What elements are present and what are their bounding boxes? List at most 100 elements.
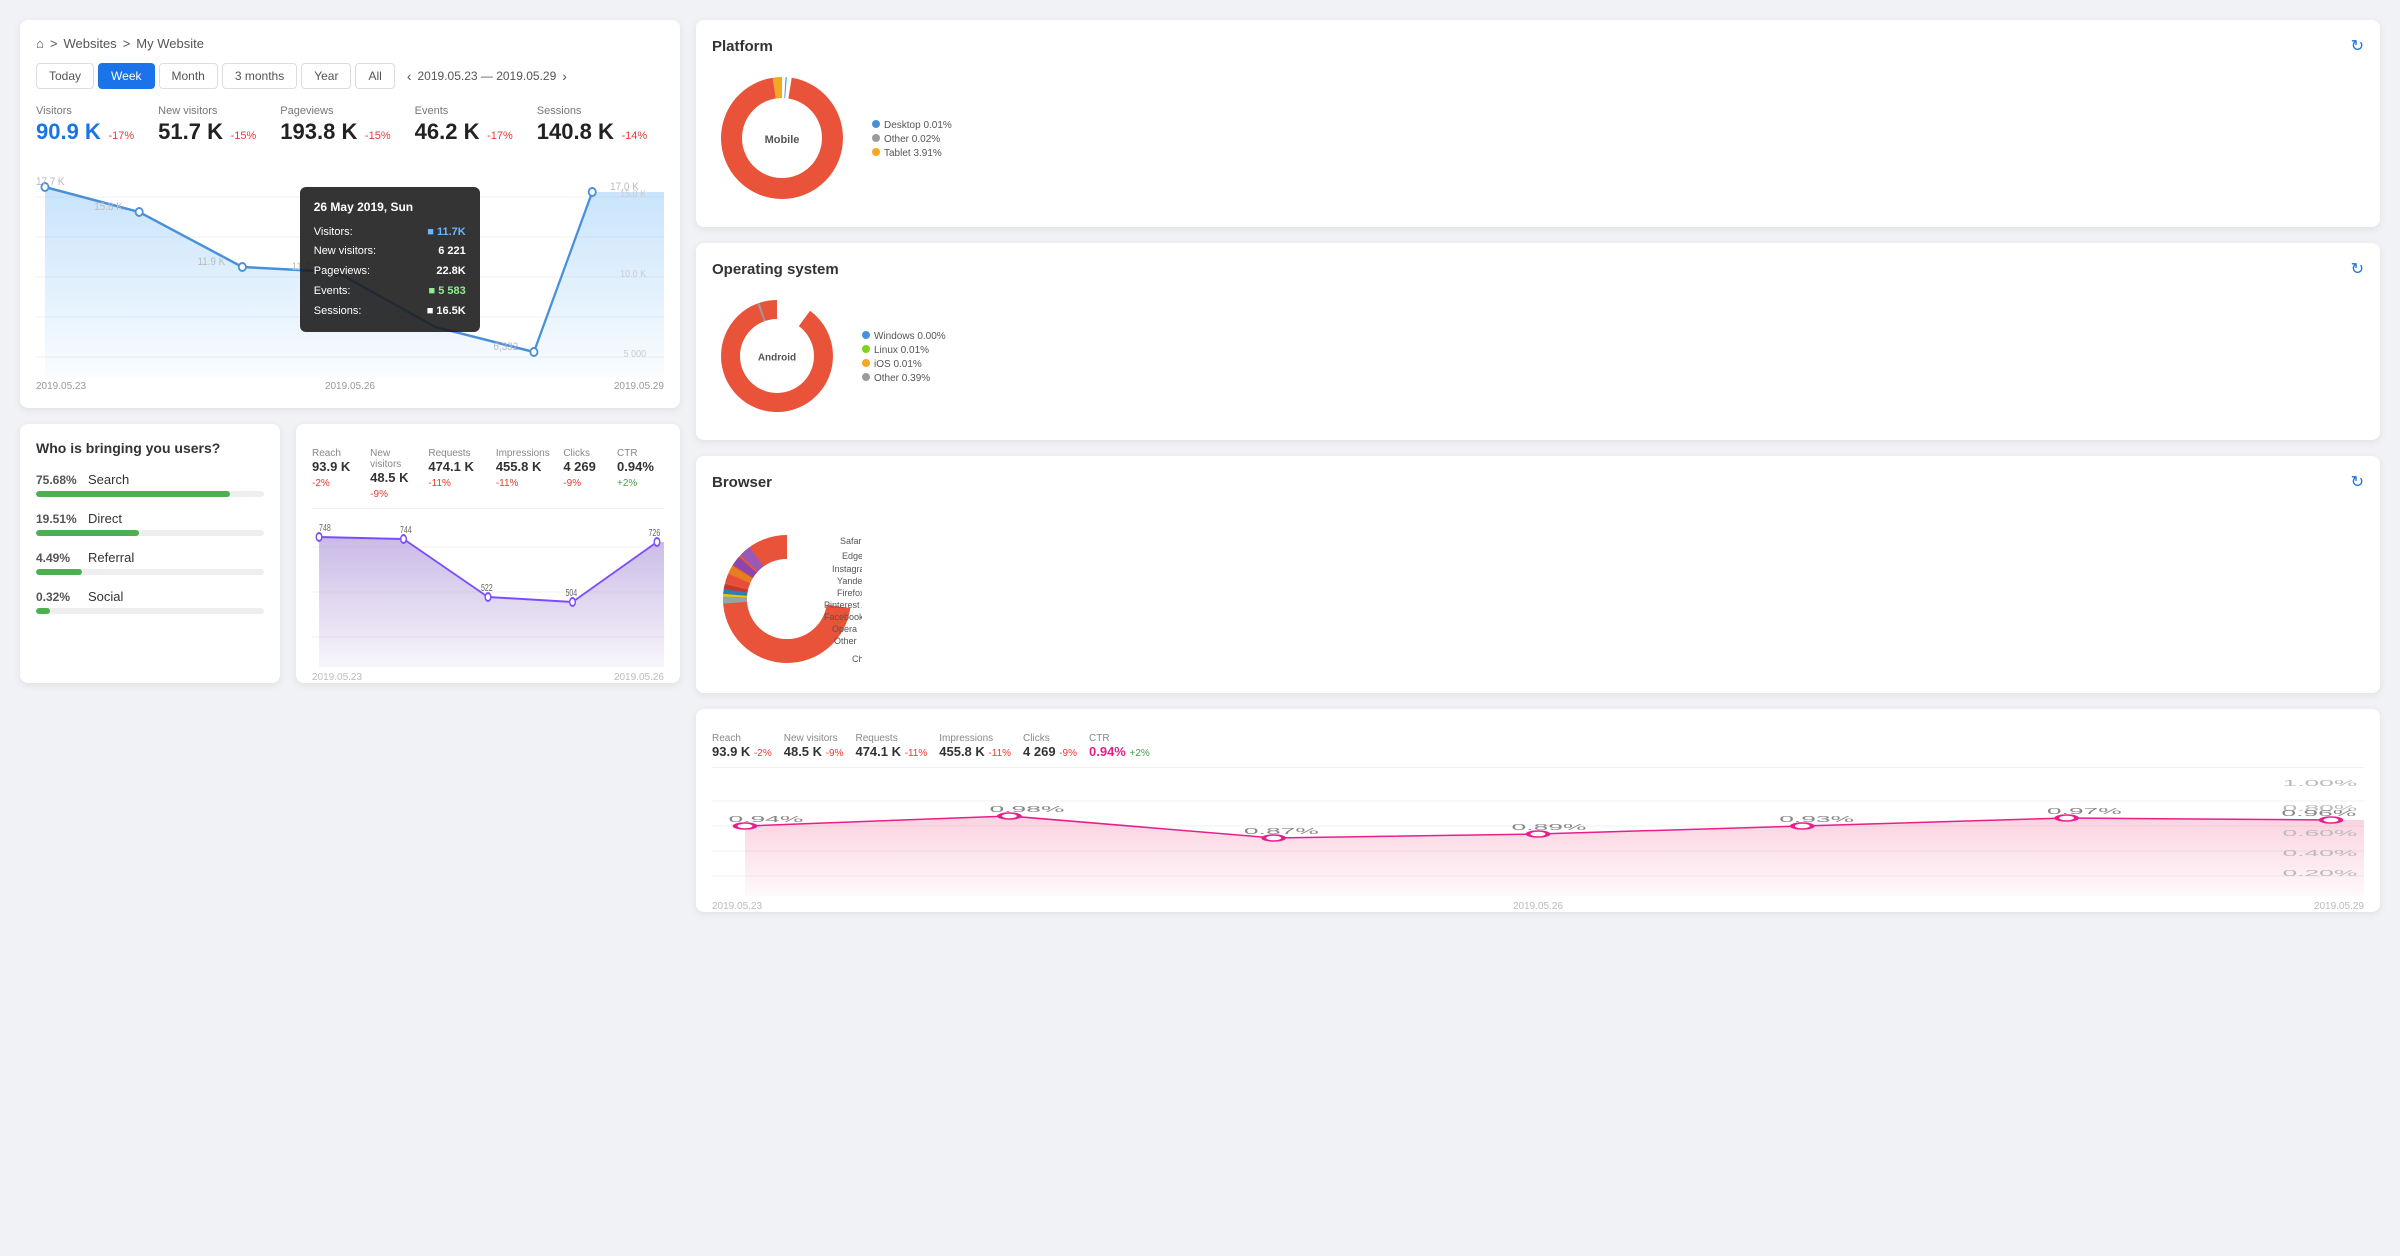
ctr-xlabel-0: 2019.05.23 [712, 901, 762, 912]
os-legend-other: Other 0.39% [862, 373, 946, 384]
source-social: 0.32% Social [36, 589, 264, 614]
browser-card-header: Browser ↻ [712, 472, 2364, 492]
btn-year[interactable]: Year [301, 63, 351, 89]
svg-text:11.9 K: 11.9 K [197, 257, 225, 269]
home-icon: ⌂ [36, 36, 44, 51]
metric-visitors-value: 90.9 K -17% [36, 119, 134, 145]
os-refresh-icon[interactable]: ↻ [2351, 259, 2364, 279]
browser-donut-svg: Safari Edge Instagram App Yandex Firefox… [712, 504, 862, 674]
rs-requests: Requests 474.1 K -11% [428, 448, 483, 500]
rs-ctr: CTR 0.94% +2% [617, 448, 664, 500]
svg-text:11.7 K: 11.7 K [292, 262, 320, 274]
platform-card-header: Platform ↻ [712, 36, 2364, 56]
breadcrumb: ⌂ > Websites > My Website [36, 36, 664, 51]
btn-week[interactable]: Week [98, 63, 154, 89]
svg-text:Pinterest App: Pinterest App [824, 600, 862, 610]
date-range: ‹ 2019.05.23 — 2019.05.29 › [407, 68, 567, 84]
btn-today[interactable]: Today [36, 63, 94, 89]
browser-refresh-icon[interactable]: ↻ [2351, 472, 2364, 492]
sources-list: 75.68% Search 19.51% Direct [36, 472, 264, 614]
metric-visitors: Visitors 90.9 K -17% [36, 105, 134, 145]
ctr-chart-card: Reach 93.9 K -2% New visitors 48.5 K -9%… [696, 709, 2380, 912]
svg-text:504: 504 [565, 587, 577, 599]
svg-text:0.98%: 0.98% [990, 805, 1065, 814]
reach-chart-card: Reach 93.9 K -2% New visitors 48.5 K -9%… [296, 424, 680, 683]
os-card: Operating system ↻ Android [696, 243, 2380, 440]
point-3[interactable] [333, 268, 340, 276]
right-column: Platform ↻ Mobile [696, 20, 2380, 912]
point-2[interactable] [239, 263, 246, 271]
svg-text:17.7 K: 17.7 K [36, 177, 65, 189]
svg-text:15.8 K: 15.8 K [94, 202, 123, 214]
main-visitors-card: ⌂ > Websites > My Website Today Week Mon… [20, 20, 680, 408]
svg-text:Safari: Safari [840, 536, 862, 546]
btn-3months[interactable]: 3 months [222, 63, 297, 89]
svg-text:15.0 K: 15.0 K [620, 189, 647, 201]
svg-text:0.89%: 0.89% [1512, 823, 1587, 832]
breadcrumb-current: My Website [136, 36, 204, 51]
svg-text:Opera: Opera [832, 624, 857, 634]
source-bar-search-fill [36, 491, 230, 497]
svg-text:0.94%: 0.94% [729, 815, 804, 824]
reach-xlabel-1: 2019.05.26 [614, 672, 664, 683]
reach-stats-row: Reach 93.9 K -2% New visitors 48.5 K -9%… [312, 440, 664, 509]
platform-card: Platform ↻ Mobile [696, 20, 2380, 227]
source-bar-referral-bg [36, 569, 264, 575]
svg-text:Other: Other [834, 636, 857, 646]
xlabel-3: 2019.05.26 [325, 381, 375, 392]
ctr-rs-req: Requests 474.1 K -11% [855, 733, 927, 759]
rs-clicks: Clicks 4 269 -9% [563, 448, 605, 500]
platform-donut-wrapper: Mobile [712, 68, 852, 211]
reach-chart: 748 744 522 504 726 2019.05.23 2019.05.2… [312, 517, 664, 667]
rs-new-visitors: New visitors 48.5 K -9% [370, 448, 416, 500]
platform-center-label: Mobile [765, 134, 800, 146]
sources-card: Who is bringing you users? 75.68% Search [20, 424, 280, 683]
svg-text:748: 748 [319, 522, 331, 534]
metrics-row: Visitors 90.9 K -17% New visitors 51.7 K… [36, 105, 664, 145]
metric-pageviews-label: Pageviews [280, 105, 390, 117]
point-1[interactable] [136, 208, 143, 216]
ctr-rs-imp: Impressions 455.8 K -11% [939, 733, 1011, 759]
svg-text:5 000: 5 000 [624, 349, 646, 361]
date-range-label: 2019.05.23 — 2019.05.29 [417, 69, 556, 83]
browser-title: Browser [712, 474, 772, 491]
os-legend-windows: Windows 0.00% [862, 331, 946, 342]
prev-date-btn[interactable]: ‹ [407, 68, 412, 84]
browser-donut-wrapper: Safari Edge Instagram App Yandex Firefox… [712, 504, 862, 677]
svg-text:744: 744 [400, 524, 412, 536]
svg-text:726: 726 [649, 527, 661, 539]
point-6[interactable] [589, 188, 596, 196]
source-bar-search-bg [36, 491, 264, 497]
xlabel-0: 2019.05.23 [36, 381, 86, 392]
reach-xlabel-0: 2019.05.23 [312, 672, 362, 683]
source-bar-direct-bg [36, 530, 264, 536]
os-legend-ios: iOS 0.01% [862, 359, 946, 370]
platform-content: Mobile Desktop 0.01% Other 0.02% Tablet … [712, 68, 2364, 211]
metric-events: Events 46.2 K -17% [415, 105, 513, 145]
reach-xlabels: 2019.05.23 2019.05.26 [312, 672, 664, 683]
btn-all[interactable]: All [355, 63, 394, 89]
metric-events-label: Events [415, 105, 513, 117]
svg-text:Firefox: Firefox [837, 588, 862, 598]
point-5[interactable] [530, 348, 537, 356]
svg-text:0.40%: 0.40% [2282, 849, 2357, 858]
breadcrumb-sep1: > [50, 36, 58, 51]
source-bar-referral-fill [36, 569, 82, 575]
btn-month[interactable]: Month [159, 63, 218, 89]
browser-card: Browser ↻ [696, 456, 2380, 693]
platform-legend-tablet: Tablet 3.91% [872, 148, 952, 159]
svg-text:Yandex: Yandex [837, 576, 862, 586]
dashboard: ⌂ > Websites > My Website Today Week Mon… [20, 20, 2380, 944]
xlabel-6: 2019.05.29 [614, 381, 664, 392]
os-legend: Windows 0.00% Linux 0.01% iOS 0.01% Othe… [862, 331, 946, 384]
ctr-rs-reach: Reach 93.9 K -2% [712, 733, 772, 759]
svg-text:0.93%: 0.93% [1779, 815, 1854, 824]
ctr-stats-row: Reach 93.9 K -2% New visitors 48.5 K -9%… [712, 725, 2364, 768]
platform-refresh-icon[interactable]: ↻ [2351, 36, 2364, 56]
next-date-btn[interactable]: › [562, 68, 567, 84]
source-bar-social-fill [36, 608, 50, 614]
svg-text:0.60%: 0.60% [2282, 829, 2357, 838]
svg-text:Facebook App: Facebook App [824, 612, 862, 622]
breadcrumb-websites[interactable]: Websites [63, 36, 116, 51]
svg-text:6,332: 6,332 [494, 342, 519, 354]
